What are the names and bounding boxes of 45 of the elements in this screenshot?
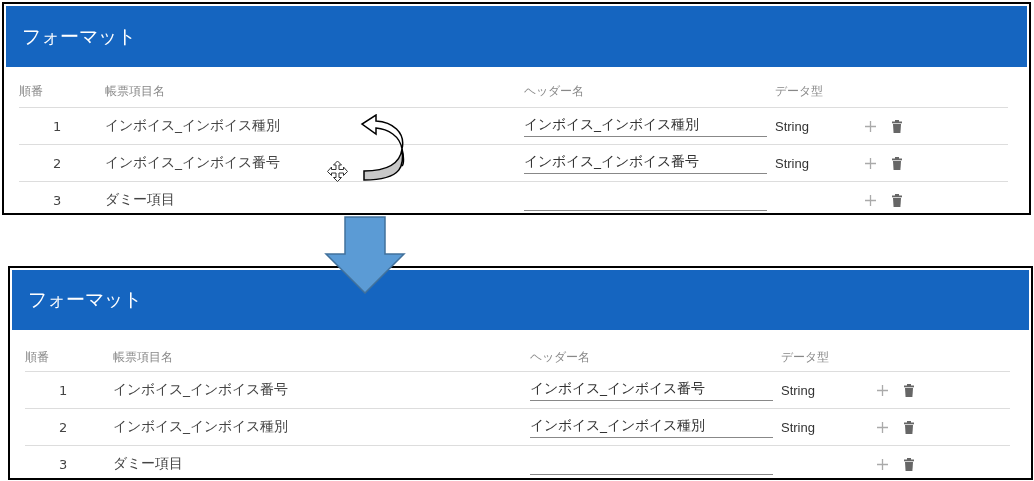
header-name-column-header: ヘッダー名 [524,83,584,100]
trash-icon[interactable] [892,119,902,133]
header-name-column-header: ヘッダー名 [530,349,590,366]
add-icon[interactable] [864,156,877,170]
curved-arrow-drawing [361,114,405,181]
data-type: String [781,419,815,435]
item-name-column-header: 帳票項目名 [105,83,165,100]
order-column-header: 順番 [25,349,49,366]
trash-icon[interactable] [904,383,914,397]
order-number: 1 [53,118,62,134]
item-name: ダミー項目 [105,191,175,209]
header-name-field[interactable]: インボイス_インボイス番号 [530,379,773,401]
data-type: String [781,382,815,398]
header-name-field[interactable]: インボイス_インボイス種別 [530,416,773,438]
move-cursor-icon [326,160,349,183]
item-name: ダミー項目 [113,455,183,473]
order-number: 2 [53,155,62,171]
add-icon[interactable] [864,119,877,133]
trash-icon[interactable] [892,156,902,170]
add-icon[interactable] [864,193,877,207]
data-type-column-header: データ型 [775,83,823,100]
order-number: 3 [59,456,68,472]
order-number: 2 [59,419,68,435]
item-name-column-header: 帳票項目名 [113,349,173,366]
item-name: インボイス_インボイス番号 [113,381,288,399]
trash-icon[interactable] [904,420,914,434]
data-type: String [775,118,809,134]
data-type-column-header: データ型 [781,349,829,366]
trash-icon[interactable] [892,193,902,207]
down-arrow-icon [324,216,406,294]
item-name: インボイス_インボイス番号 [105,154,280,172]
data-type: String [775,155,809,171]
trash-icon[interactable] [904,457,914,471]
order-column-header: 順番 [19,83,43,100]
header-name-field[interactable]: インボイス_インボイス種別 [524,115,767,137]
add-icon[interactable] [876,383,889,397]
item-name: インボイス_インボイス種別 [113,418,288,436]
order-number: 1 [59,382,68,398]
order-number: 3 [53,192,62,208]
add-icon[interactable] [876,420,889,434]
panel-title: フォーマット [28,287,142,312]
panel-title: フォーマット [22,23,136,49]
header-name-field[interactable]: インボイス_インボイス番号 [524,152,767,174]
add-icon[interactable] [876,457,889,471]
item-name: インボイス_インボイス種別 [105,117,280,135]
